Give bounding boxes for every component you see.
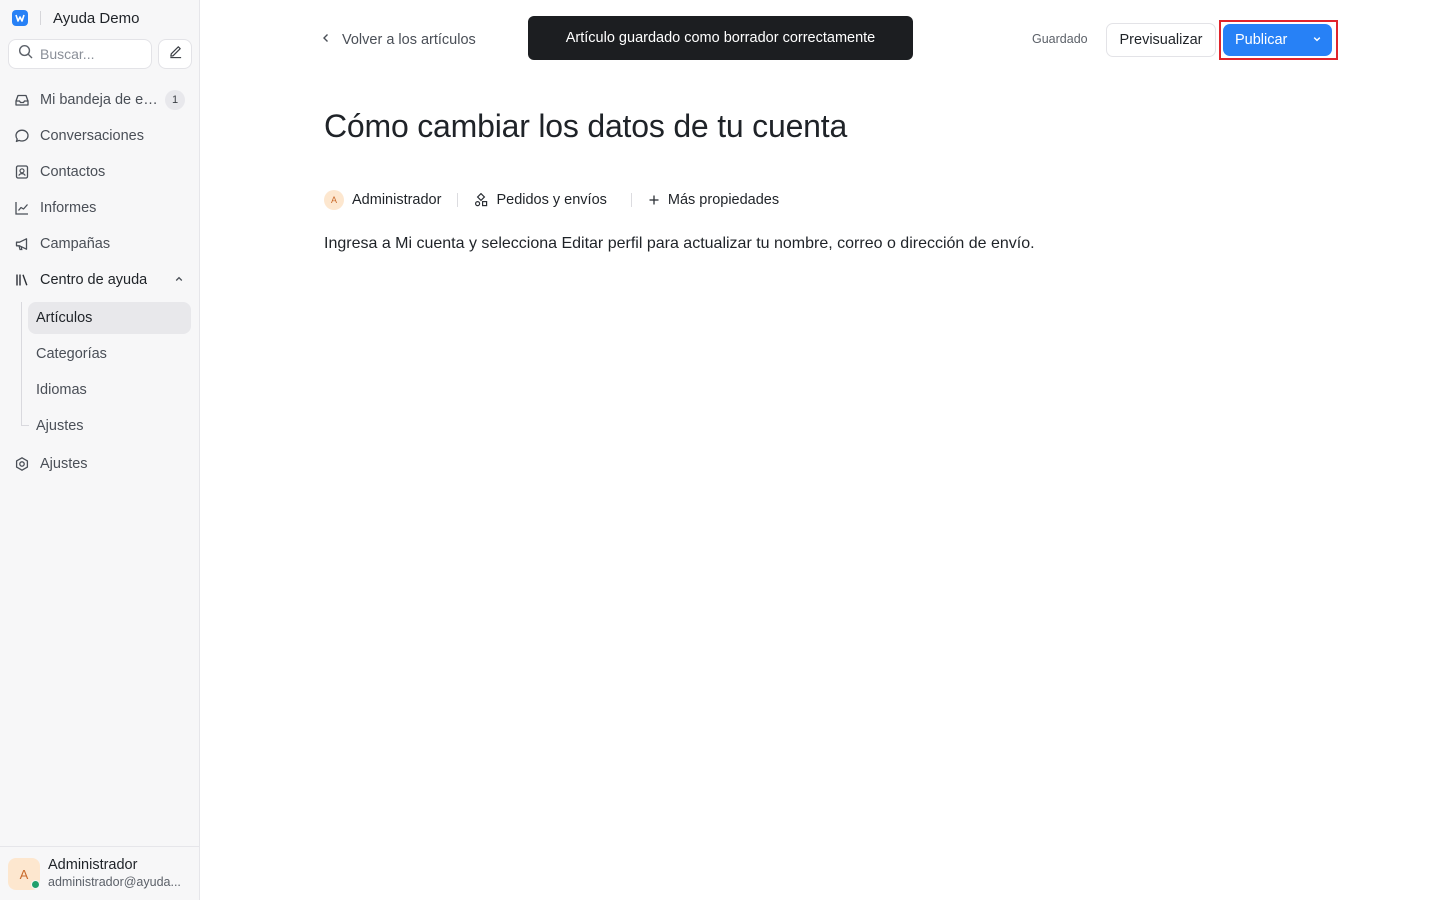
sidebar-item-label: Contactos [40, 164, 106, 180]
contacts-icon [14, 164, 30, 180]
sidebar-item-label: Campañas [40, 236, 111, 252]
compose-button[interactable] [158, 39, 192, 69]
sidebar-item-contacts[interactable]: Contactos [8, 156, 192, 188]
inbox-icon [14, 92, 30, 108]
chat-bubble-icon [14, 128, 30, 144]
online-status-dot [31, 880, 40, 889]
publish-button-group: Publicar [1223, 24, 1332, 56]
property-divider [457, 193, 459, 207]
library-icon [14, 272, 30, 288]
sidebar-item-label: Centro de ayuda [40, 272, 148, 288]
pencil-icon [168, 44, 183, 64]
sidebar-subitem-languages[interactable]: Idiomas [28, 374, 191, 406]
brand[interactable]: Ayuda Demo [12, 8, 139, 28]
category-icon [474, 193, 488, 207]
sidebar-item-help-center[interactable]: Centro de ayuda [8, 264, 192, 296]
megaphone-icon [14, 236, 30, 252]
article-title[interactable]: Cómo cambiar los datos de tu cuenta [324, 108, 847, 145]
brand-name: Ayuda Demo [53, 9, 140, 27]
sidebar-subitem-articles[interactable]: Artículos [28, 302, 191, 334]
line-chart-icon [14, 200, 30, 216]
sidebar-item-settings[interactable]: Ajustes [8, 448, 192, 480]
success-toast: Artículo guardado como borrador correcta… [528, 16, 913, 60]
article-properties: A Administrador Pedidos y envíos Más pro… [324, 188, 779, 212]
brand-separator [40, 11, 41, 25]
more-properties-button[interactable]: Más propiedades [668, 192, 779, 208]
sidebar-item-label: Informes [40, 200, 97, 216]
sidebar-subitem-settings[interactable]: Ajustes [28, 410, 191, 442]
sidebar-item-label: Mi bandeja de entrada [40, 92, 162, 108]
user-profile[interactable]: A Administrador administrador@ayuda... [0, 846, 199, 900]
publish-button[interactable]: Publicar [1223, 24, 1301, 56]
chevron-down-icon [1312, 31, 1322, 49]
sidebar: Ayuda Demo Mi bandeja de entrada 1 Conve… [0, 0, 200, 900]
save-status: Guardado [1032, 32, 1088, 46]
sidebar-subitem-categories[interactable]: Categorías [28, 338, 191, 370]
preview-button[interactable]: Previsualizar [1106, 23, 1216, 57]
publish-options-button[interactable] [1301, 24, 1332, 56]
search-icon [18, 44, 33, 64]
settings-icon [14, 456, 30, 472]
user-name: Administrador [48, 857, 138, 873]
article-body-editor[interactable]: Ingresa a Mi cuenta y selecciona Editar … [324, 235, 1035, 253]
sidebar-item-label: Conversaciones [40, 128, 144, 144]
property-divider [630, 193, 632, 207]
category-selector[interactable]: Pedidos y envíos [496, 192, 606, 208]
sidebar-item-conversations[interactable]: Conversaciones [8, 120, 192, 152]
unread-count-badge: 1 [165, 90, 185, 110]
search-input[interactable] [40, 46, 140, 62]
plus-icon [648, 194, 660, 206]
search-box[interactable] [8, 39, 152, 69]
author-selector[interactable]: Administrador [352, 192, 441, 208]
subnav-guide-line [21, 302, 22, 426]
user-email: administrador@ayuda... [48, 875, 181, 889]
chevron-up-icon[interactable] [174, 271, 184, 289]
chevron-left-icon [320, 32, 332, 48]
sidebar-item-reports[interactable]: Informes [8, 192, 192, 224]
sidebar-item-inbox[interactable]: Mi bandeja de entrada 1 [8, 84, 192, 116]
sidebar-item-label: Ajustes [40, 456, 88, 472]
back-link-label: Volver a los artículos [342, 32, 476, 48]
author-avatar: A [324, 190, 344, 210]
back-to-articles-link[interactable]: Volver a los artículos [320, 28, 476, 52]
app-logo-icon [12, 10, 28, 26]
sidebar-item-campaigns[interactable]: Campañas [8, 228, 192, 260]
